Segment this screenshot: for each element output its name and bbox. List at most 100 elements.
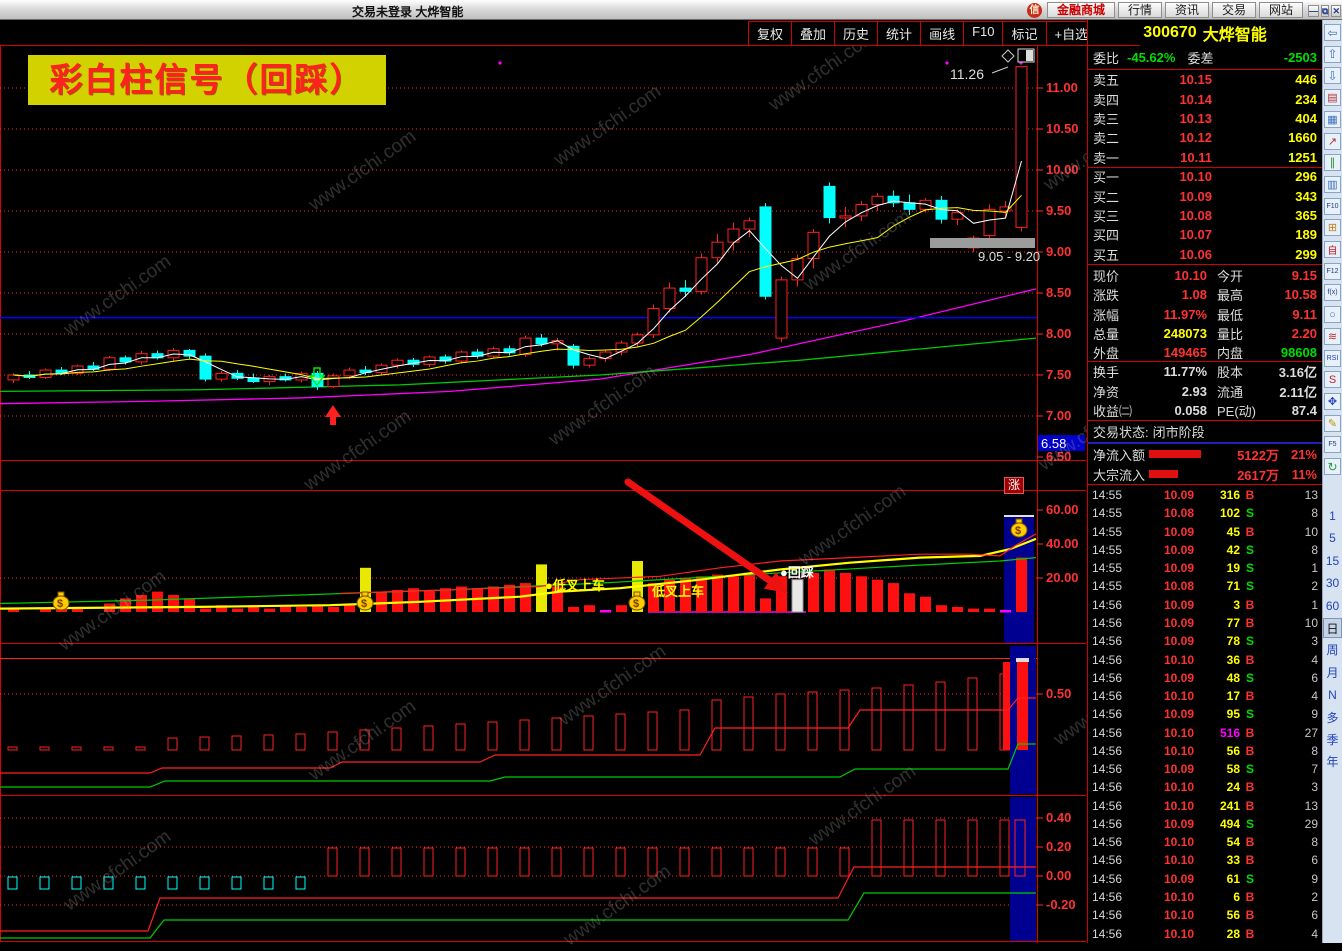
tick-row: 14:5610.1036B4: [1088, 650, 1322, 668]
stat-label: 量比: [1207, 324, 1269, 343]
formula-icon[interactable]: f(x): [1324, 284, 1341, 301]
stat-value: 2.93: [1145, 384, 1207, 399]
huicai-label: ●回踩: [780, 565, 814, 580]
period-N[interactable]: N: [1323, 685, 1342, 705]
level-volume: 234: [1212, 92, 1317, 107]
f10-icon[interactable]: F10: [1324, 198, 1341, 215]
panel4-bar: [808, 848, 817, 876]
titlebar-button-3[interactable]: 资讯: [1165, 2, 1209, 18]
signal-bar: [728, 576, 739, 612]
tick-count: 9: [1260, 872, 1318, 886]
tick-count: 13: [1260, 799, 1318, 813]
toolbar-button-2[interactable]: 叠加: [791, 22, 834, 45]
stat-label: 总量: [1093, 324, 1145, 343]
period-日[interactable]: 日: [1323, 618, 1342, 638]
tick-volume: 316: [1194, 488, 1240, 502]
tick-price: 10.08: [1132, 579, 1194, 593]
toolbar-button-4[interactable]: 统计: [877, 22, 920, 45]
circle-tool-icon[interactable]: ○: [1324, 306, 1341, 323]
period-60[interactable]: 60: [1323, 596, 1342, 616]
period-多[interactable]: 多: [1323, 708, 1342, 728]
panel3-bar-filled: [1003, 662, 1010, 750]
period-年[interactable]: 年: [1323, 752, 1342, 772]
news-panel-icon[interactable]: ▥: [1324, 176, 1341, 193]
moneybag-icon-neck: [58, 592, 64, 596]
report-grid-icon[interactable]: ▦: [1324, 111, 1341, 128]
f5-icon[interactable]: F5: [1324, 436, 1341, 453]
tick-volume: 24: [1194, 780, 1240, 794]
strategy-icon[interactable]: S: [1324, 371, 1341, 388]
period-15[interactable]: 15: [1323, 551, 1342, 571]
bid-row: 买一10.10296: [1088, 167, 1322, 186]
tick-row: 14:5610.1024B3: [1088, 778, 1322, 796]
trend-chart-icon[interactable]: ↗: [1324, 133, 1341, 150]
block-tree-icon[interactable]: ⊞: [1324, 219, 1341, 236]
price-axis-label: 9.00: [1046, 244, 1071, 259]
quote-list-icon[interactable]: ▤: [1324, 89, 1341, 106]
tick-side: S: [1240, 543, 1260, 557]
page-down-icon[interactable]: ⇩: [1324, 67, 1341, 84]
tick-count: 4: [1260, 689, 1318, 703]
tick-list[interactable]: 14:5510.09316B1314:5510.08102S814:5510.0…: [1088, 486, 1322, 943]
level-price: 10.14: [1137, 92, 1212, 107]
pencil-icon[interactable]: ✎: [1324, 415, 1341, 432]
titlebar-button-2[interactable]: 行情: [1118, 2, 1162, 18]
toolbar-button-7[interactable]: 标记: [1002, 22, 1045, 45]
selection-column: [1010, 797, 1036, 941]
tick-row: 14:5610.09494S29: [1088, 815, 1322, 833]
tick-row: 14:5610.106B2: [1088, 888, 1322, 906]
toolbar-button-1[interactable]: 复权: [749, 22, 791, 45]
period-30[interactable]: 30: [1323, 573, 1342, 593]
panel4-bar: [712, 848, 721, 876]
price-axis-label: 9.50: [1046, 203, 1071, 218]
tick-wave-icon[interactable]: ≋: [1324, 328, 1341, 345]
period-季[interactable]: 季: [1323, 730, 1342, 750]
price-axis-label: 10.00: [1046, 162, 1079, 177]
level-label: 买五: [1093, 245, 1137, 264]
tick-count: 10: [1260, 525, 1318, 539]
tick-side: B: [1240, 616, 1260, 630]
toolbar-button-3[interactable]: 历史: [834, 22, 877, 45]
tick-volume: 516: [1194, 726, 1240, 740]
minimize-button[interactable]: —: [1308, 5, 1319, 17]
f12-icon[interactable]: F12: [1324, 263, 1341, 280]
close-button[interactable]: ✕: [1331, 5, 1341, 17]
tick-volume: 17: [1194, 689, 1240, 703]
kline-chart-icon[interactable]: ∥: [1324, 154, 1341, 171]
tick-time: 14:55: [1092, 506, 1132, 520]
tick-volume: 241: [1194, 799, 1240, 813]
panel4-axis-label: 0.40: [1046, 810, 1071, 825]
level-volume: 296: [1212, 169, 1317, 184]
stat-label: PE(动): [1207, 401, 1269, 420]
titlebar-button-1[interactable]: 金融商城: [1047, 2, 1115, 18]
tick-row: 14:5610.1033B6: [1088, 851, 1322, 869]
page-up-icon[interactable]: ⇧: [1324, 46, 1341, 63]
rsi-icon[interactable]: RSI: [1324, 350, 1341, 367]
period-1[interactable]: 1: [1323, 506, 1342, 526]
toolbar-button-5[interactable]: 画线: [920, 22, 963, 45]
stat-label: 换手: [1093, 362, 1145, 381]
panel4-bar: [264, 877, 273, 889]
panel3-bar: [904, 685, 913, 750]
candle: [248, 378, 259, 381]
candle: [824, 186, 835, 217]
high-price-label: 11.26: [950, 66, 984, 82]
back-arrow-icon[interactable]: ⇦: [1324, 24, 1341, 41]
restore-button[interactable]: ⧉: [1321, 5, 1329, 17]
stat-value: 3.16亿: [1269, 362, 1317, 381]
period-周[interactable]: 周: [1323, 640, 1342, 660]
panel3-bar: [8, 747, 17, 750]
titlebar-button-5[interactable]: 网站: [1259, 2, 1303, 18]
tick-time: 14:56: [1092, 598, 1132, 612]
titlebar-button-4[interactable]: 交易: [1212, 2, 1256, 18]
app-logo-icon: 信: [1027, 3, 1042, 18]
period-5[interactable]: 5: [1323, 528, 1342, 548]
zixuan-icon[interactable]: 自: [1324, 241, 1341, 258]
main-chart[interactable]: 11.0010.5010.009.509.008.508.007.507.006…: [0, 0, 1087, 943]
refresh-icon[interactable]: ↻: [1324, 458, 1341, 475]
tick-row: 14:5610.10516B27: [1088, 723, 1322, 741]
toolbar-button-6[interactable]: F10: [963, 22, 1002, 45]
pan-move-icon[interactable]: ✥: [1324, 393, 1341, 410]
period-月[interactable]: 月: [1323, 663, 1342, 683]
level-volume: 365: [1212, 208, 1317, 223]
